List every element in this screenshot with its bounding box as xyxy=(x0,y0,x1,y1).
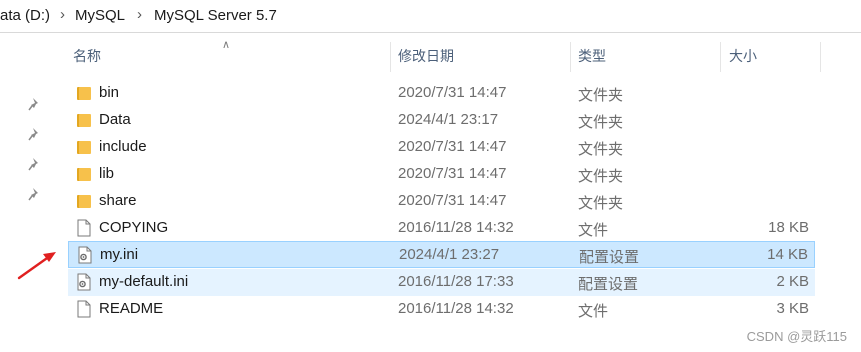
file-name: README xyxy=(99,300,164,317)
folder-icon xyxy=(77,195,91,208)
file-size: 3 KB xyxy=(776,300,809,317)
file-name: my-default.ini xyxy=(99,273,189,290)
column-name[interactable]: 名称 xyxy=(73,46,101,66)
file-date: 2016/11/28 17:33 xyxy=(398,273,514,290)
watermark: CSDN @灵跃115 xyxy=(746,329,847,344)
column-divider[interactable] xyxy=(570,42,571,72)
file-icon xyxy=(77,300,91,318)
folder-icon xyxy=(77,168,91,181)
file-type: 文件夹 xyxy=(578,141,624,158)
file-icon xyxy=(77,219,91,237)
list-item[interactable]: bin 2020/7/31 14:47 文件夹 xyxy=(68,80,815,107)
file-type: 文件 xyxy=(578,303,609,320)
list-item[interactable]: share 2020/7/31 14:47 文件夹 xyxy=(68,188,815,215)
column-divider[interactable] xyxy=(820,42,821,72)
breadcrumb-item-drive[interactable]: ata (D:) xyxy=(0,7,50,24)
file-name: include xyxy=(99,138,147,155)
file-size: 2 KB xyxy=(776,273,809,290)
list-item-selected[interactable]: my.ini 2024/4/1 23:27 配置设置 14 KB xyxy=(68,241,815,268)
file-name: bin xyxy=(99,84,120,101)
list-item[interactable]: lib 2020/7/31 14:47 文件夹 xyxy=(68,161,815,188)
file-type: 文件 xyxy=(578,222,609,239)
file-size: 14 KB xyxy=(767,246,808,263)
chevron-right-icon[interactable]: › xyxy=(60,6,65,23)
file-date: 2024/4/1 23:17 xyxy=(398,111,499,128)
file-name: Data xyxy=(99,111,131,128)
list-item[interactable]: COPYING 2016/11/28 14:32 文件 18 KB xyxy=(68,215,815,242)
pin-icon[interactable] xyxy=(28,187,42,201)
file-date: 2016/11/28 14:32 xyxy=(398,300,514,317)
file-date: 2020/7/31 14:47 xyxy=(398,192,507,209)
breadcrumb: ata (D:) › MySQL › MySQL Server 5.7 xyxy=(0,0,861,33)
list-item[interactable]: Data 2024/4/1 23:17 文件夹 xyxy=(68,107,815,134)
folder-icon xyxy=(77,114,91,127)
folder-icon xyxy=(77,141,91,154)
file-type: 文件夹 xyxy=(578,87,624,104)
file-size: 18 KB xyxy=(768,219,809,236)
red-arrow-annotation xyxy=(17,252,56,280)
file-date: 2020/7/31 14:47 xyxy=(398,84,507,101)
column-size[interactable]: 大小 xyxy=(729,46,757,66)
pin-icon[interactable] xyxy=(28,157,42,171)
column-divider[interactable] xyxy=(720,42,721,72)
file-type: 配置设置 xyxy=(579,249,640,266)
file-name: share xyxy=(99,192,137,209)
list-item[interactable]: my-default.ini 2016/11/28 17:33 配置设置 2 K… xyxy=(68,269,815,296)
file-type: 文件夹 xyxy=(578,168,624,185)
file-type: 文件夹 xyxy=(578,114,624,131)
breadcrumb-item-mysql[interactable]: MySQL xyxy=(75,7,125,24)
list-item[interactable]: include 2020/7/31 14:47 文件夹 xyxy=(68,134,815,161)
sort-ascending-icon: ∧ xyxy=(222,39,231,51)
column-date[interactable]: 修改日期 xyxy=(398,46,454,66)
file-date: 2020/7/31 14:47 xyxy=(398,165,507,182)
file-name: lib xyxy=(99,165,115,182)
column-header: ∧ 名称 修改日期 类型 大小 xyxy=(0,38,861,72)
file-explorer-window: ata (D:) › MySQL › MySQL Server 5.7 ∧ 名称… xyxy=(0,0,861,352)
file-type: 文件夹 xyxy=(578,195,624,212)
column-type[interactable]: 类型 xyxy=(578,46,606,66)
config-file-icon xyxy=(77,273,91,291)
file-date: 2016/11/28 14:32 xyxy=(398,219,514,236)
file-type: 配置设置 xyxy=(578,276,639,293)
config-file-icon xyxy=(78,246,92,264)
breadcrumb-item-mysql-server[interactable]: MySQL Server 5.7 xyxy=(154,7,277,24)
file-date: 2024/4/1 23:27 xyxy=(399,246,500,263)
folder-icon xyxy=(77,87,91,100)
chevron-right-icon[interactable]: › xyxy=(137,6,142,23)
column-divider[interactable] xyxy=(390,42,391,72)
pin-icon[interactable] xyxy=(28,127,42,141)
file-name: my.ini xyxy=(100,246,139,263)
file-date: 2020/7/31 14:47 xyxy=(398,138,507,155)
pin-icon[interactable] xyxy=(28,97,42,111)
file-name: COPYING xyxy=(99,219,169,236)
list-item[interactable]: README 2016/11/28 14:32 文件 3 KB xyxy=(68,296,815,323)
